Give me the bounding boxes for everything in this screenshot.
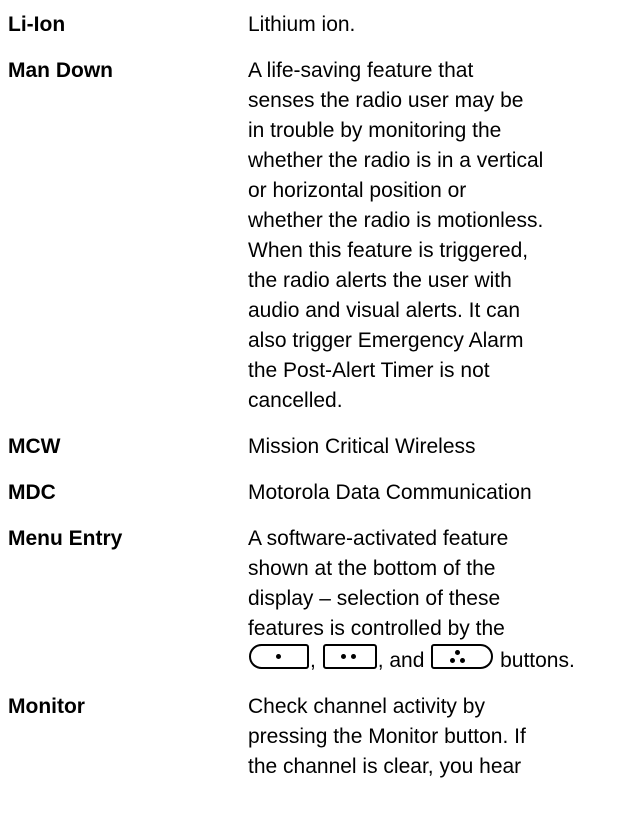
- definition-line: features is controlled by the: [248, 617, 505, 640]
- definition-line: the channel is clear, you hear: [248, 755, 522, 778]
- definition-line: also trigger Emergency Alarm: [248, 329, 524, 352]
- glossary-entry-man-down: Man Down A life-saving feature that sens…: [8, 56, 628, 416]
- separator: ,: [310, 649, 316, 672]
- definition-line: whether the radio is in a vertical: [248, 149, 544, 172]
- definition-line: pressing the Monitor button. If: [248, 725, 526, 748]
- menu-select-right-button-icon: [431, 644, 494, 669]
- buttons-tail-text: buttons.: [500, 649, 575, 672]
- definition-line: the Post-Alert Timer is not: [248, 359, 490, 382]
- definition: Check channel activity by pressing the M…: [248, 692, 628, 782]
- term: Li-Ion: [8, 13, 66, 36]
- definition-line: When this feature is triggered,: [248, 239, 529, 262]
- definition-line: Check channel activity by: [248, 695, 485, 718]
- button-icons-line: , , and buttons.: [248, 644, 628, 676]
- menu-select-left-button-icon: [249, 644, 309, 669]
- definition-line: whether the radio is motionless.: [248, 209, 544, 232]
- definition: Motorola Data Communication: [248, 478, 628, 508]
- definition-line: Mission Critical Wireless: [248, 435, 476, 458]
- glossary-entry-mcw: MCW Mission Critical Wireless: [8, 432, 628, 462]
- definition-line: cancelled.: [248, 389, 343, 412]
- definition-line: A software-activated feature: [248, 527, 509, 550]
- menu-select-center-button-icon: [322, 644, 377, 669]
- definition-line: A life-saving feature that: [248, 59, 474, 82]
- glossary-entry-li-ion: Li-Ion Lithium ion.: [8, 10, 628, 40]
- glossary-entry-menu-entry: Menu Entry A software-activated feature …: [8, 524, 628, 676]
- definition-line: Lithium ion.: [248, 13, 356, 36]
- term: MDC: [8, 481, 56, 504]
- term: Menu Entry: [8, 527, 123, 550]
- glossary-entry-mdc: MDC Motorola Data Communication: [8, 478, 628, 508]
- definition-line: in trouble by monitoring the: [248, 119, 502, 142]
- glossary-list: Li-Ion Lithium ion. Man Down A life-savi…: [8, 0, 628, 782]
- term: Man Down: [8, 59, 113, 82]
- glossary-entry-monitor: Monitor Check channel activity by pressi…: [8, 692, 628, 782]
- definition-line: shown at the bottom of the: [248, 557, 496, 580]
- definition-line: display – selection of these: [248, 587, 501, 610]
- term: Monitor: [8, 695, 85, 718]
- definition-line: the radio alerts the user with: [248, 269, 512, 292]
- definition-line: senses the radio user may be: [248, 89, 524, 112]
- definition-line: audio and visual alerts. It can: [248, 299, 520, 322]
- definition: A life-saving feature that senses the ra…: [248, 56, 628, 416]
- term: MCW: [8, 435, 61, 458]
- definition: Mission Critical Wireless: [248, 432, 628, 462]
- separator: , and: [377, 649, 425, 672]
- definition-line: Motorola Data Communication: [248, 481, 532, 504]
- definition: Lithium ion.: [248, 10, 628, 40]
- definition-line: or horizontal position or: [248, 179, 467, 202]
- definition: A software-activated feature shown at th…: [248, 524, 628, 676]
